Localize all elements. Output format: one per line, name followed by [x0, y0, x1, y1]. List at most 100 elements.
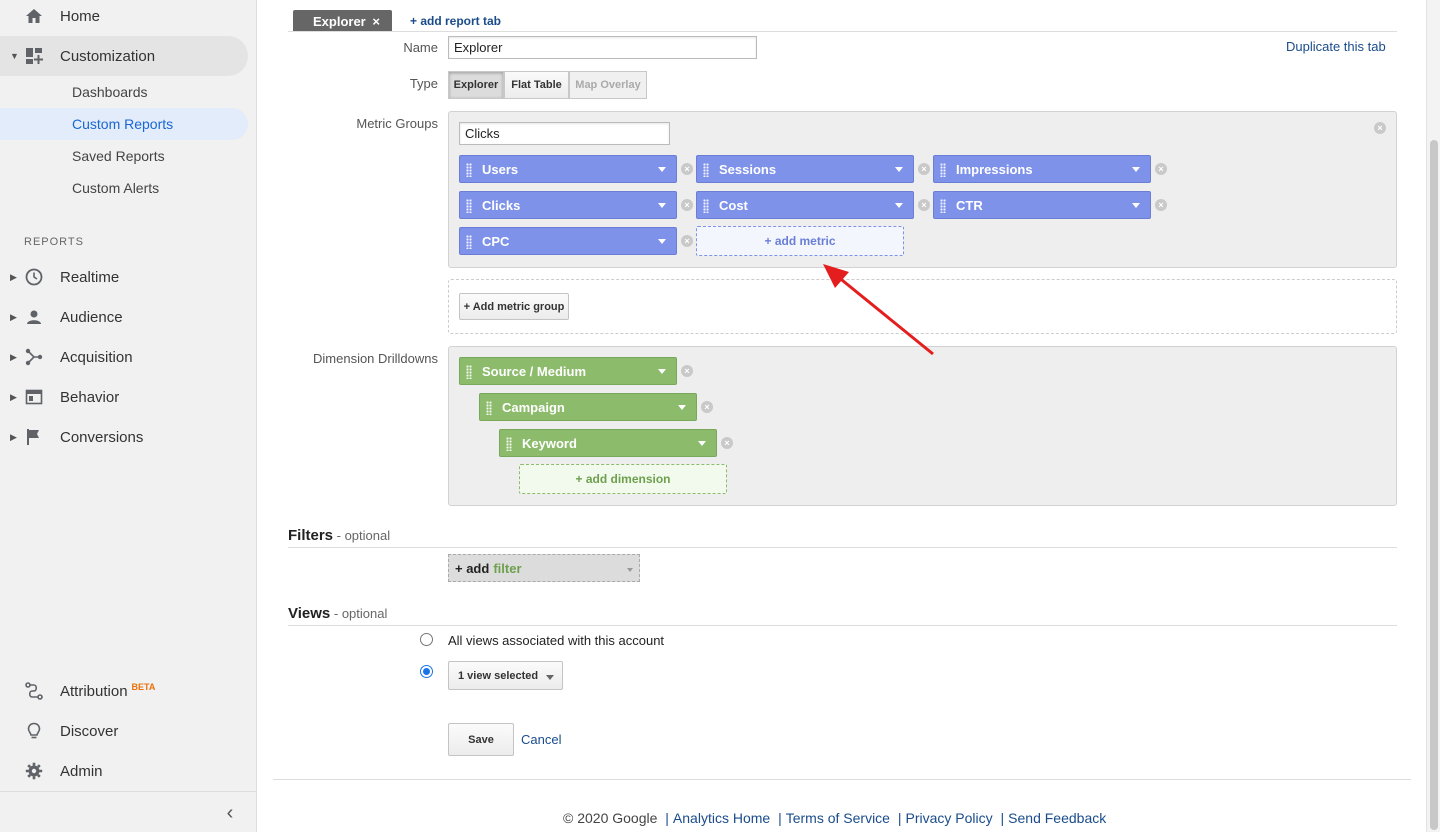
views-title: Views: [288, 605, 331, 622]
drag-handle-icon[interactable]: [703, 163, 709, 177]
remove-dimension-icon[interactable]: ×: [701, 401, 713, 413]
dimension-chip-label: Source / Medium: [482, 363, 587, 379]
type-explorer-button[interactable]: Explorer: [448, 71, 504, 99]
drag-handle-icon[interactable]: [466, 163, 472, 177]
remove-metric-group-icon[interactable]: ×: [1374, 122, 1386, 134]
remove-dimension-icon[interactable]: ×: [681, 365, 693, 377]
drag-handle-icon[interactable]: [466, 199, 472, 213]
dimension-chip-campaign[interactable]: Campaign: [479, 393, 697, 421]
footer-link-feedback[interactable]: Send Feedback: [1008, 810, 1106, 826]
type-label: Type: [409, 76, 438, 91]
nav-realtime[interactable]: ▶ Realtime: [0, 257, 248, 297]
reports-heading: REPORTS: [24, 236, 84, 248]
caret-right-icon: ▶: [10, 431, 17, 442]
footer-link-analytics-home[interactable]: Analytics Home: [673, 810, 770, 826]
add-metric-button[interactable]: + add metric: [696, 226, 904, 256]
cancel-link[interactable]: Cancel: [521, 732, 561, 747]
remove-metric-icon[interactable]: ×: [681, 235, 693, 247]
nav-acquisition[interactable]: ▶ Acquisition: [0, 337, 248, 377]
drag-handle-icon[interactable]: [486, 401, 492, 415]
metric-chip-clicks[interactable]: Clicks: [459, 191, 677, 219]
dimension-chip-source-medium[interactable]: Source / Medium: [459, 357, 677, 385]
remove-metric-icon[interactable]: ×: [1155, 199, 1167, 211]
filters-title: Filters: [288, 527, 334, 544]
nav-audience[interactable]: ▶ Audience: [0, 297, 248, 337]
clock-icon: [24, 267, 44, 287]
nav-admin-label: Admin: [60, 762, 103, 780]
drag-handle-icon[interactable]: [466, 365, 472, 379]
type-flat-table-button[interactable]: Flat Table: [504, 71, 569, 99]
nav-saved-reports[interactable]: Saved Reports: [0, 140, 248, 172]
drag-handle-icon[interactable]: [940, 199, 946, 213]
nav-custom-alerts[interactable]: Custom Alerts: [0, 172, 248, 204]
report-tab-explorer[interactable]: Explorer ×: [293, 10, 392, 32]
nav-conversions-label: Conversions: [60, 428, 144, 446]
drag-handle-icon[interactable]: [940, 163, 946, 177]
drag-handle-icon[interactable]: [506, 437, 512, 451]
nav-audience-label: Audience: [60, 308, 123, 326]
nav-behavior[interactable]: ▶ Behavior: [0, 377, 248, 417]
footer-link-privacy[interactable]: Privacy Policy: [906, 810, 993, 826]
view-selector-dropdown[interactable]: 1 view selected: [448, 661, 563, 690]
add-metric-group-button[interactable]: + Add metric group: [459, 293, 569, 320]
duplicate-tab-link[interactable]: Duplicate this tab: [1286, 39, 1386, 54]
gear-icon: [24, 761, 44, 781]
metric-group-box: × Users × Sessions × Impressions × Click…: [448, 111, 1397, 268]
dropdown-arrow-icon: [658, 203, 666, 208]
dropdown-arrow-icon: [658, 239, 666, 244]
beta-badge: BETA: [131, 682, 156, 692]
nav-custom-alerts-label: Custom Alerts: [72, 180, 160, 196]
page-scrollbar[interactable]: [1426, 0, 1440, 832]
add-filter-button[interactable]: + add filter: [448, 554, 640, 582]
metric-chip-cpc[interactable]: CPC: [459, 227, 677, 255]
footer-link-terms[interactable]: Terms of Service: [786, 810, 890, 826]
metric-chip-sessions[interactable]: Sessions: [696, 155, 914, 183]
remove-dimension-icon[interactable]: ×: [721, 437, 733, 449]
close-tab-icon[interactable]: ×: [372, 14, 380, 29]
drag-handle-icon[interactable]: [466, 235, 472, 249]
report-tab-label: Explorer: [313, 13, 366, 29]
remove-metric-icon[interactable]: ×: [681, 199, 693, 211]
remove-metric-icon[interactable]: ×: [1155, 163, 1167, 175]
report-name-input[interactable]: [448, 36, 757, 59]
radio-selected-views[interactable]: [420, 665, 433, 678]
save-button[interactable]: Save: [448, 723, 514, 756]
add-report-tab-link[interactable]: + add report tab: [410, 14, 501, 28]
nav-custom-reports[interactable]: Custom Reports: [0, 108, 248, 140]
metric-chip-users[interactable]: Users: [459, 155, 677, 183]
nav-custom-reports-label: Custom Reports: [72, 116, 174, 132]
add-dimension-button[interactable]: + add dimension: [519, 464, 727, 494]
attribution-icon: [24, 681, 44, 701]
filters-optional: - optional: [333, 528, 391, 543]
nav-attribution[interactable]: Attribution BETA: [0, 671, 248, 711]
caret-right-icon: ▶: [10, 351, 17, 362]
dropdown-arrow-icon: [698, 441, 706, 446]
remove-metric-icon[interactable]: ×: [918, 163, 930, 175]
dimension-chip-keyword[interactable]: Keyword: [499, 429, 717, 457]
nav-customization[interactable]: ▼ Customization: [0, 36, 248, 76]
metric-chip-label: Users: [482, 161, 519, 177]
nav-discover[interactable]: Discover: [0, 711, 248, 751]
nav-customization-label: Customization: [60, 47, 156, 65]
type-map-overlay-button[interactable]: Map Overlay: [569, 71, 647, 99]
nav-dashboards[interactable]: Dashboards: [0, 76, 248, 108]
sidebar-divider: [0, 791, 257, 792]
metric-chip-ctr[interactable]: CTR: [933, 191, 1151, 219]
metric-chip-impressions[interactable]: Impressions: [933, 155, 1151, 183]
metric-chip-label: CTR: [956, 197, 983, 213]
nav-home[interactable]: Home: [0, 0, 248, 36]
remove-metric-icon[interactable]: ×: [918, 199, 930, 211]
remove-metric-icon[interactable]: ×: [681, 163, 693, 175]
footer-copyright: © 2020 Google: [563, 810, 658, 826]
collapse-sidebar-button[interactable]: ‹: [220, 803, 240, 823]
nav-conversions[interactable]: ▶ Conversions: [0, 417, 248, 457]
nav-admin[interactable]: Admin: [0, 751, 248, 791]
view-selector-label: 1 view selected: [458, 669, 539, 682]
metric-group-name-input[interactable]: [459, 122, 670, 145]
dropdown-arrow-icon: [1132, 203, 1140, 208]
nav-attribution-label: Attribution BETA: [60, 682, 155, 700]
drag-handle-icon[interactable]: [703, 199, 709, 213]
metric-chip-cost[interactable]: Cost: [696, 191, 914, 219]
scrollbar-thumb[interactable]: [1430, 140, 1438, 830]
radio-all-views[interactable]: [420, 633, 433, 646]
